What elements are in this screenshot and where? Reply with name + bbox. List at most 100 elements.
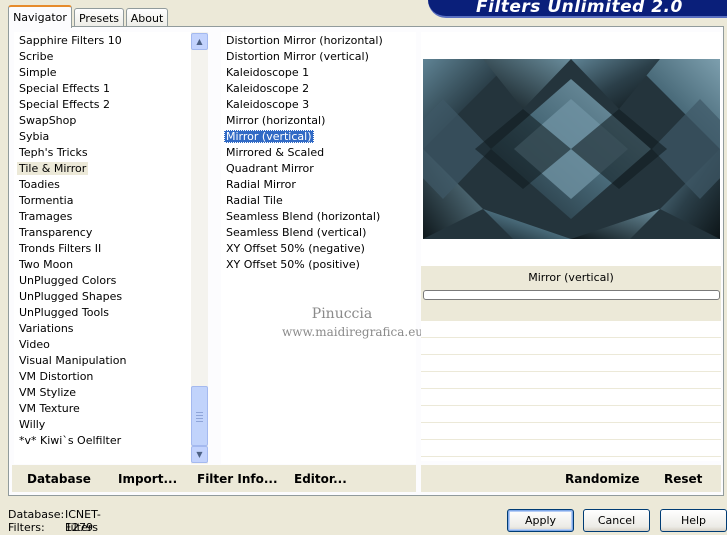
filter-item-label: Mirror (vertical) <box>224 130 314 143</box>
tab-presets[interactable]: Presets <box>74 8 124 28</box>
category-item[interactable]: VM Distortion <box>14 369 191 385</box>
filter-item[interactable]: XY Offset 50% (positive) <box>221 257 416 273</box>
filter-item[interactable]: Radial Tile <box>221 193 416 209</box>
category-item-label: Teph's Tricks <box>19 146 88 159</box>
category-item-label: Tile & Mirror <box>17 162 89 175</box>
category-item[interactable]: Sapphire Filters 10 <box>14 33 191 49</box>
preview-button-bar: Randomize Reset <box>421 465 721 492</box>
category-item[interactable]: Scribe <box>14 49 191 65</box>
category-item[interactable]: VM Stylize <box>14 385 191 401</box>
category-item[interactable]: Sybia <box>14 129 191 145</box>
category-item[interactable]: Special Effects 1 <box>14 81 191 97</box>
category-item[interactable]: *v* Kiwi`s Oelfilter <box>14 433 191 449</box>
randomize-button[interactable]: Randomize <box>565 472 639 486</box>
filter-item[interactable]: Seamless Blend (vertical) <box>221 225 416 241</box>
category-item[interactable]: Special Effects 2 <box>14 97 191 113</box>
watermark: Pinuccia www.maidiregrafica.eu <box>282 305 424 341</box>
category-item[interactable]: Toadies <box>14 177 191 193</box>
filters-label: Filters: <box>8 521 45 534</box>
category-item[interactable]: VM Texture <box>14 401 191 417</box>
category-item[interactable]: Willy <box>14 417 191 433</box>
category-item[interactable]: Transparency <box>14 225 191 241</box>
category-item[interactable]: UnPlugged Colors <box>14 273 191 289</box>
editor-button[interactable]: Editor... <box>294 472 347 486</box>
filter-item-label: Mirrored & Scaled <box>226 146 325 159</box>
category-item-label: SwapShop <box>19 114 77 127</box>
filter-item[interactable]: Kaleidoscope 2 <box>221 81 416 97</box>
filter-item[interactable]: Distortion Mirror (horizontal) <box>221 33 416 49</box>
category-item[interactable]: SwapShop <box>14 113 191 129</box>
filter-item-label: Mirror (horizontal) <box>226 114 326 127</box>
category-item-label: *v* Kiwi`s Oelfilter <box>19 434 122 447</box>
filter-item[interactable]: Radial Mirror <box>221 177 416 193</box>
category-item-label: Variations <box>19 322 74 335</box>
category-item[interactable]: Two Moon <box>14 257 191 273</box>
footer-info: Database: ICNET-Filters Filters: 1279 <box>8 508 101 534</box>
help-button[interactable]: Help <box>660 509 727 532</box>
category-item[interactable]: Simple <box>14 65 191 81</box>
category-item[interactable]: Tramages <box>14 209 191 225</box>
filter-item[interactable]: Mirror (horizontal) <box>221 113 416 129</box>
filter-item-label: Radial Tile <box>226 194 283 207</box>
category-list[interactable]: Sapphire Filters 10 Scribe Simple Special E… <box>14 32 191 464</box>
category-item-label: Toadies <box>19 178 60 191</box>
apply-button[interactable]: Apply <box>507 509 574 532</box>
database-button[interactable]: Database <box>27 472 91 486</box>
filter-item-label: Distortion Mirror (horizontal) <box>226 34 383 47</box>
category-item-label: Tormentia <box>19 194 74 207</box>
filter-item-label: XY Offset 50% (positive) <box>226 258 360 271</box>
filter-item-label: Kaleidoscope 3 <box>226 98 310 111</box>
category-item[interactable]: Visual Manipulation <box>14 353 191 369</box>
import-button[interactable]: Import... <box>118 472 177 486</box>
category-item-label: VM Stylize <box>19 386 76 399</box>
category-item-label: VM Distortion <box>19 370 94 383</box>
cancel-button[interactable]: Cancel <box>583 509 650 532</box>
category-item-label: VM Texture <box>19 402 80 415</box>
tab-about[interactable]: About <box>126 8 168 28</box>
preview-filter-name: Mirror (vertical) <box>528 271 614 284</box>
category-item-label: Simple <box>19 66 57 79</box>
category-item[interactable]: Variations <box>14 321 191 337</box>
progress-bar <box>423 290 720 300</box>
preview-pattern <box>423 59 720 239</box>
category-item-label: UnPlugged Colors <box>19 274 117 287</box>
category-item[interactable]: Tile & Mirror <box>14 161 191 177</box>
category-item-label: Tramages <box>19 210 73 223</box>
tab-navigator[interactable]: Navigator <box>8 5 72 28</box>
category-item[interactable]: Tronds Filters II <box>14 241 191 257</box>
category-item-label: Sapphire Filters 10 <box>19 34 122 47</box>
filter-item[interactable]: XY Offset 50% (negative) <box>221 241 416 257</box>
filter-item[interactable]: Mirrored & Scaled <box>221 145 416 161</box>
filter-item-label: Kaleidoscope 2 <box>226 82 310 95</box>
filters-count: 1279 <box>65 521 93 534</box>
category-item[interactable]: Teph's Tricks <box>14 145 191 161</box>
scroll-down-icon[interactable]: ▼ <box>191 446 208 463</box>
filter-item-label: Seamless Blend (horizontal) <box>226 210 381 223</box>
category-item-label: Special Effects 2 <box>19 98 111 111</box>
reset-button[interactable]: Reset <box>664 472 702 486</box>
preview-image <box>423 59 720 239</box>
category-item[interactable]: Video <box>14 337 191 353</box>
watermark-url: www.maidiregrafica.eu <box>282 325 424 339</box>
category-item-label: Two Moon <box>19 258 74 271</box>
category-item-label: UnPlugged Shapes <box>19 290 123 303</box>
category-item[interactable]: Tormentia <box>14 193 191 209</box>
filter-item[interactable]: Kaleidoscope 1 <box>221 65 416 81</box>
filter-list[interactable]: Distortion Mirror (horizontal) Distortion… <box>221 32 416 464</box>
filter-item[interactable]: Seamless Blend (horizontal) <box>221 209 416 225</box>
database-label: Database: <box>8 508 65 521</box>
scroll-up-icon[interactable]: ▲ <box>191 33 208 50</box>
category-item[interactable]: UnPlugged Tools <box>14 305 191 321</box>
category-item[interactable]: UnPlugged Shapes <box>14 289 191 305</box>
filter-item[interactable]: Quadrant Mirror <box>221 161 416 177</box>
category-item-label: Willy <box>19 418 46 431</box>
filter-info-button[interactable]: Filter Info... <box>197 472 278 486</box>
category-item-label: Visual Manipulation <box>19 354 127 367</box>
watermark-name: Pinuccia <box>311 306 373 322</box>
scroll-thumb[interactable] <box>191 386 208 446</box>
filter-item[interactable]: Kaleidoscope 3 <box>221 97 416 113</box>
category-scrollbar[interactable]: ▲ ▼ <box>191 32 208 464</box>
filter-item[interactable]: Distortion Mirror (vertical) <box>221 49 416 65</box>
category-item-label: Scribe <box>19 50 54 63</box>
filter-item[interactable]: Mirror (vertical) <box>221 129 416 145</box>
